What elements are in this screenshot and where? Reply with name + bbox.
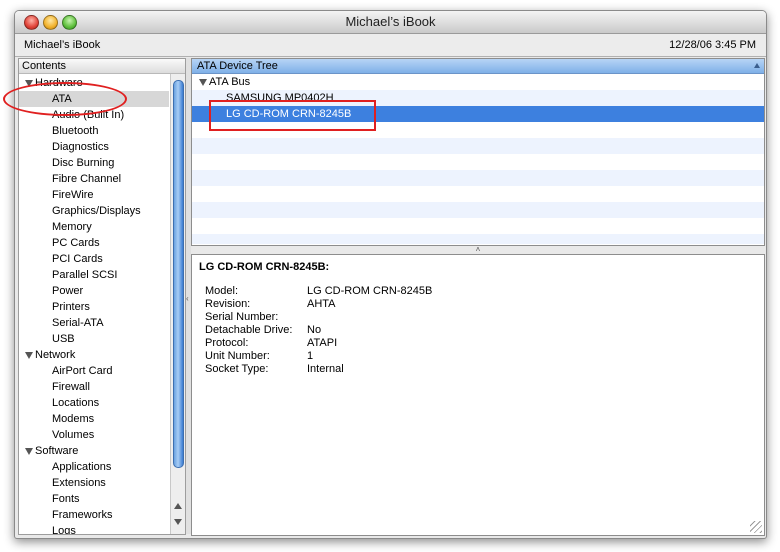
sidebar-item-modems[interactable]: Modems: [19, 411, 169, 427]
group-label: Network: [35, 349, 76, 361]
sidebar-item-ata[interactable]: ATA: [19, 91, 169, 107]
sidebar-item-pc-cards[interactable]: PC Cards: [19, 235, 169, 251]
sidebar-item-usb[interactable]: USB: [19, 331, 169, 347]
contents-sidebar: Contents Hardware ATA Audio (Built In) B…: [18, 58, 186, 535]
info-bar: Michael’s iBook 12/28/06 3:45 PM: [15, 34, 766, 57]
detail-value: 1: [307, 350, 314, 362]
detail-label: Revision:: [205, 298, 251, 310]
disclosure-triangle-icon[interactable]: [25, 79, 33, 87]
detail-label: Unit Number:: [205, 350, 270, 362]
details-title: LG CD-ROM CRN-8245B:: [199, 261, 330, 273]
sidebar-item-logs[interactable]: Logs: [19, 523, 169, 534]
sidebar-item-diagnostics[interactable]: Diagnostics: [19, 139, 169, 155]
sidebar-item-fonts[interactable]: Fonts: [19, 491, 169, 507]
tree-empty-row: [192, 202, 764, 218]
sidebar-item-serial-ata[interactable]: Serial-ATA: [19, 315, 169, 331]
group-network[interactable]: Network: [19, 347, 169, 363]
resize-grip-icon[interactable]: [750, 521, 762, 533]
contents-list: Hardware ATA Audio (Built In) Bluetooth …: [19, 74, 169, 534]
tree-empty-row: [192, 234, 764, 244]
group-label: Software: [35, 445, 79, 457]
detail-label: Serial Number:: [205, 311, 279, 323]
detail-value: ATAPI: [307, 337, 338, 349]
scroll-down-arrow-icon[interactable]: [174, 519, 182, 525]
tree-row-samsung[interactable]: SAMSUNG MP0402H: [192, 90, 764, 106]
scroll-thumb[interactable]: [173, 80, 184, 468]
sidebar-item-pci-cards[interactable]: PCI Cards: [19, 251, 169, 267]
sidebar-item-parallel-scsi[interactable]: Parallel SCSI: [19, 267, 169, 283]
sidebar-item-printers[interactable]: Printers: [19, 299, 169, 315]
sort-ascending-icon: [754, 63, 760, 68]
sidebar-item-firewall[interactable]: Firewall: [19, 379, 169, 395]
group-hardware[interactable]: Hardware: [19, 75, 169, 91]
splitter-handle-icon[interactable]: ˄: [476, 245, 481, 254]
sidebar-item-applications[interactable]: Applications: [19, 459, 169, 475]
device-details-pane: LG CD-ROM CRN-8245B: Model: LG CD-ROM CR…: [191, 254, 765, 536]
title-bar[interactable]: Michael’s iBook: [15, 11, 766, 34]
sidebar-item-graphics-displays[interactable]: Graphics/Displays: [19, 203, 169, 219]
sidebar-item-fibre-channel[interactable]: Fibre Channel: [19, 171, 169, 187]
detail-value: Internal: [307, 363, 344, 375]
contents-header: Contents: [19, 59, 185, 74]
sidebar-item-power[interactable]: Power: [19, 283, 169, 299]
disclosure-triangle-icon[interactable]: [199, 78, 207, 86]
group-label: Hardware: [35, 77, 83, 89]
tree-header-label: ATA Device Tree: [197, 60, 278, 72]
detail-label: Detachable Drive:: [205, 324, 293, 336]
detail-label: Model:: [205, 285, 239, 297]
detail-label: Protocol:: [205, 337, 249, 349]
sidebar-item-airport-card[interactable]: AirPort Card: [19, 363, 169, 379]
tree-empty-row: [192, 138, 764, 154]
detail-value: No: [307, 324, 322, 336]
sidebar-scrollbar[interactable]: [170, 74, 185, 534]
tree-row-lg-cdrom[interactable]: LG CD-ROM CRN-8245B: [192, 106, 764, 122]
date-time: 12/28/06 3:45 PM: [669, 39, 756, 51]
group-software[interactable]: Software: [19, 443, 169, 459]
sidebar-item-memory[interactable]: Memory: [19, 219, 169, 235]
detail-label: Socket Type:: [205, 363, 269, 375]
window-title: Michael’s iBook: [345, 14, 436, 29]
sidebar-item-disc-burning[interactable]: Disc Burning: [19, 155, 169, 171]
detail-value: AHTA: [307, 298, 336, 310]
sidebar-item-locations[interactable]: Locations: [19, 395, 169, 411]
sidebar-item-frameworks[interactable]: Frameworks: [19, 507, 169, 523]
detail-value: LG CD-ROM CRN-8245B: [307, 285, 433, 297]
sidebar-item-extensions[interactable]: Extensions: [19, 475, 169, 491]
tree-row-label: ATA Bus: [209, 76, 251, 88]
disclosure-triangle-icon[interactable]: [25, 351, 33, 359]
scroll-up-arrow-icon[interactable]: [174, 503, 182, 509]
disclosure-triangle-icon[interactable]: [25, 447, 33, 455]
tree-empty-row: [192, 170, 764, 186]
sidebar-item-audio[interactable]: Audio (Built In): [19, 107, 169, 123]
sidebar-item-bluetooth[interactable]: Bluetooth: [19, 123, 169, 139]
horizontal-splitter[interactable]: ˄: [191, 246, 765, 254]
tree-row-ata-bus[interactable]: ATA Bus: [192, 74, 764, 90]
sidebar-item-firewire[interactable]: FireWire: [19, 187, 169, 203]
machine-name: Michael’s iBook: [24, 39, 101, 51]
system-profiler-window: Michael’s iBook Michael’s iBook 12/28/06…: [14, 10, 767, 539]
tree-column-header[interactable]: ATA Device Tree: [192, 59, 764, 74]
ata-device-tree: ATA Device Tree ATA Bus SAMSUNG MP0402H …: [191, 58, 765, 246]
sidebar-item-volumes[interactable]: Volumes: [19, 427, 169, 443]
splitter-handle-icon[interactable]: ‹: [186, 294, 189, 303]
